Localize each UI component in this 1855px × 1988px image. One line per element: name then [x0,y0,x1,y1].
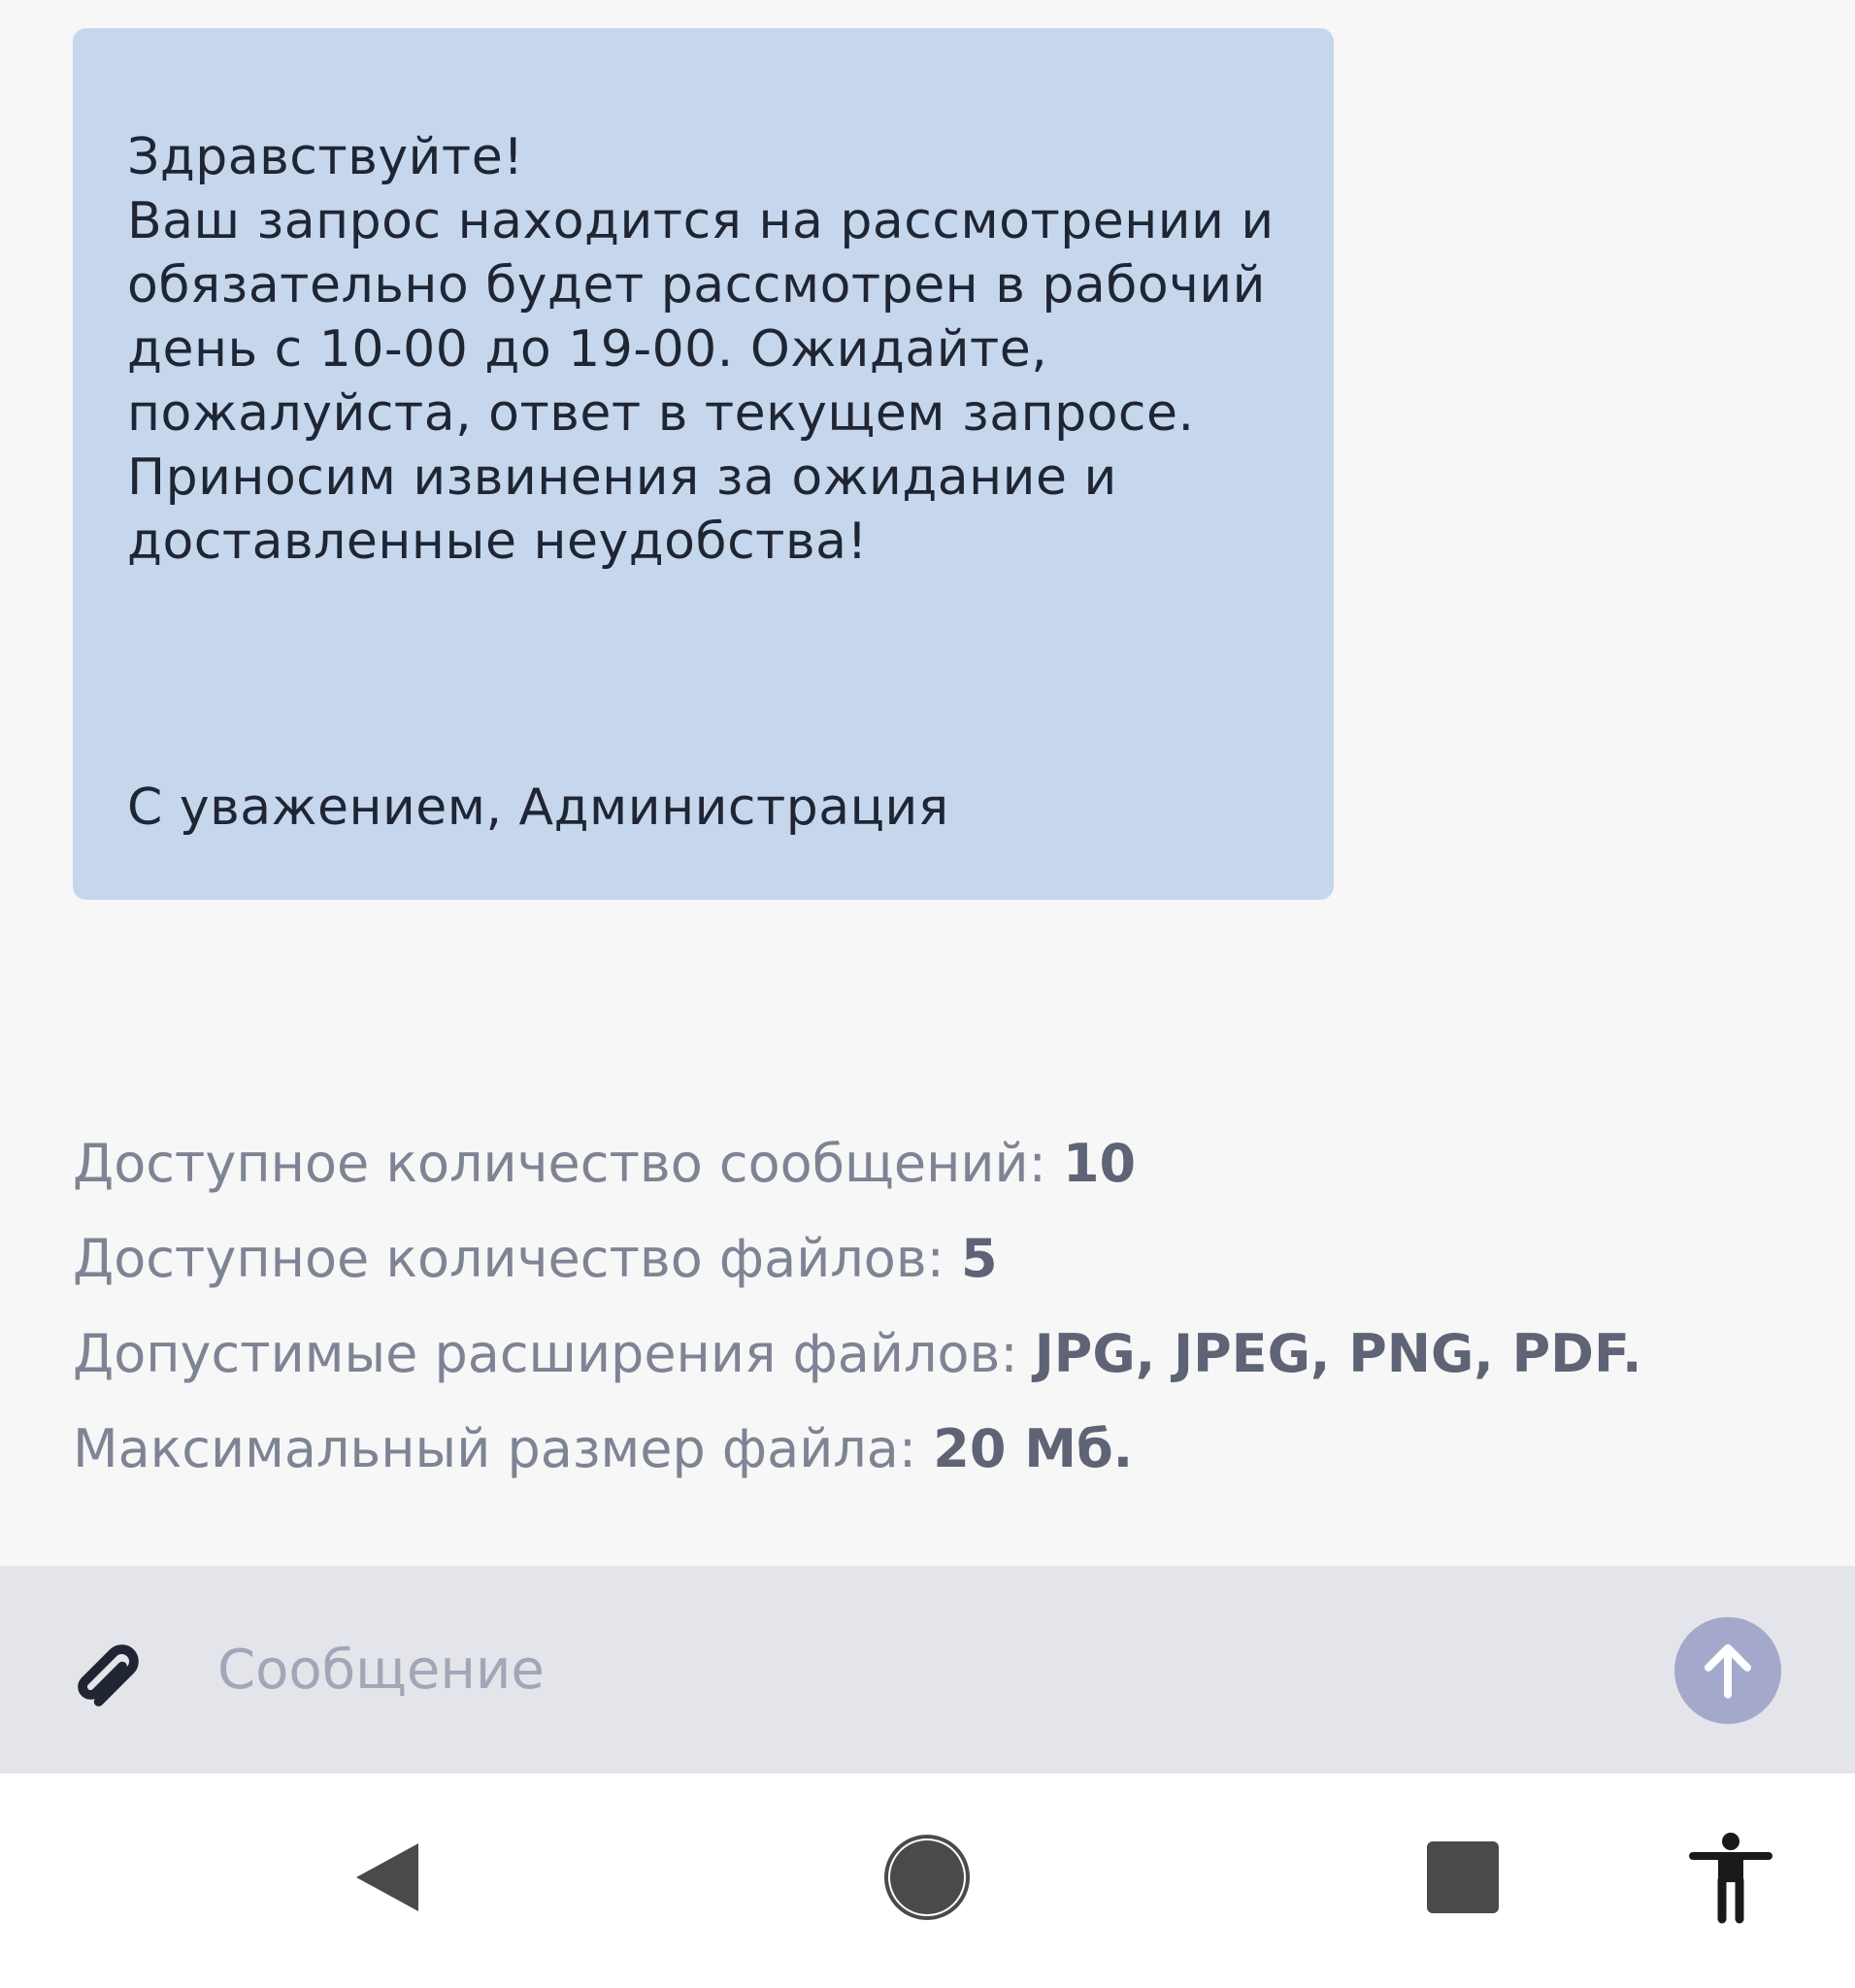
paperclip-icon[interactable] [64,1632,151,1719]
message-input[interactable] [204,1616,1611,1723]
circle-home-icon [884,1835,970,1920]
limit-label: Доступное количество сообщений: [73,1133,1063,1194]
accessibility-button[interactable] [1677,1824,1784,1931]
limit-files: Доступное количество файлов: 5 [73,1211,1641,1307]
accessibility-person-icon [1689,1833,1772,1924]
limit-messages: Доступное количество сообщений: 10 [73,1116,1641,1211]
message-text: Здравствуйте! Ваш запрос находится на ра… [127,128,1275,571]
limit-label: Доступное количество файлов: [73,1228,962,1289]
limit-label: Максимальный размер файла: [73,1418,934,1479]
chat-area: Здравствуйте! Ваш запрос находится на ра… [0,0,1855,1566]
message-composer [0,1566,1855,1773]
limit-extensions: Допустимые расширения файлов: JPG, JPEG,… [73,1307,1641,1402]
square-recents-icon [1427,1841,1499,1913]
message-bubble: Здравствуйте! Ваш запрос находится на ра… [73,28,1334,900]
triangle-back-icon [356,1843,418,1911]
home-button[interactable] [874,1824,980,1931]
message-signature: С уважением, Администрация [127,779,949,837]
system-navigation-bar [0,1773,1855,1988]
limit-value: 5 [961,1228,998,1289]
arrow-up-icon [1704,1643,1752,1699]
limits-info: Доступное количество сообщений: 10 Досту… [73,1116,1641,1497]
recents-button[interactable] [1409,1824,1516,1931]
limit-value: 20 Мб. [933,1418,1134,1479]
limit-file-size: Максимальный размер файла: 20 Мб. [73,1402,1641,1497]
back-button[interactable] [335,1824,442,1931]
limit-label: Допустимые расширения файлов: [73,1323,1035,1384]
limit-value: 10 [1062,1133,1137,1194]
send-button[interactable] [1674,1617,1781,1724]
limit-value: JPG, JPEG, PNG, PDF. [1034,1323,1642,1384]
